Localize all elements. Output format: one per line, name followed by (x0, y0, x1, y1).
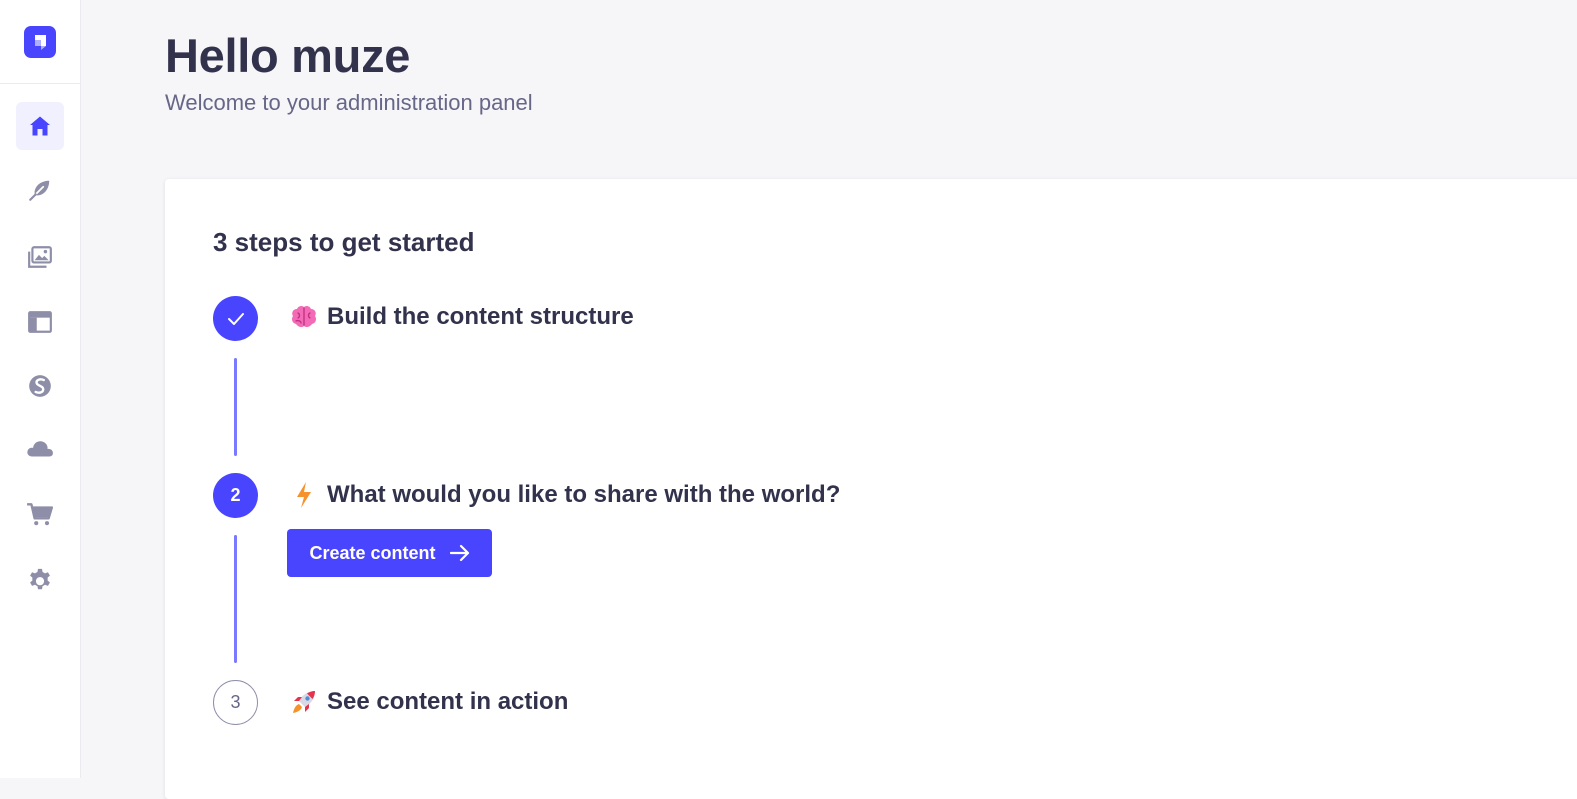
step-2-number: 2 (230, 485, 240, 506)
layout-icon (27, 309, 53, 335)
step-1-text: Build the content structure (327, 303, 634, 331)
nav-item-home[interactable] (16, 102, 64, 150)
cart-icon (26, 501, 54, 527)
nav-item-content-type-builder[interactable] (16, 298, 64, 346)
getting-started-card: 3 steps to get started Build the content… (165, 179, 1577, 799)
nav-item-plugin[interactable] (16, 362, 64, 410)
strapi-logo-icon[interactable] (24, 26, 56, 58)
sidebar (0, 0, 81, 778)
create-content-button[interactable]: Create content (287, 529, 492, 577)
step-2-circle: 2 (213, 473, 258, 518)
step-2-connector (234, 535, 237, 663)
step-3-text: See content in action (327, 688, 568, 716)
brand-s-icon (27, 373, 53, 399)
images-icon (27, 244, 53, 270)
step-1-label: Build the content structure (289, 302, 634, 332)
arrow-right-icon (450, 544, 470, 562)
gear-icon (26, 566, 54, 594)
step-2-label: What would you like to share with the wo… (289, 480, 840, 510)
nav-item-cloud[interactable] (16, 425, 64, 473)
cloud-icon (25, 436, 55, 462)
lightning-icon (289, 480, 319, 510)
step-1-circle (213, 296, 258, 341)
step-3-label: See content in action (289, 687, 568, 717)
page-subtitle: Welcome to your administration panel (165, 90, 533, 116)
home-icon (28, 114, 52, 138)
rocket-icon (289, 687, 319, 717)
step-3-circle: 3 (213, 680, 258, 725)
nav-item-content-manager[interactable] (16, 166, 64, 214)
feather-icon (27, 177, 53, 203)
nav-item-settings[interactable] (16, 556, 64, 604)
create-content-button-label: Create content (309, 543, 435, 564)
check-icon (227, 312, 245, 326)
brain-icon (289, 302, 319, 332)
step-1-connector (234, 358, 237, 456)
nav-item-marketplace[interactable] (16, 490, 64, 538)
main-content: Hello muze Welcome to your administratio… (81, 0, 1577, 778)
step-3-number: 3 (230, 692, 240, 713)
card-title: 3 steps to get started (213, 227, 475, 258)
page-title: Hello muze (165, 28, 410, 83)
nav-item-media-library[interactable] (16, 233, 64, 281)
step-2-text: What would you like to share with the wo… (327, 481, 840, 509)
logo-container (0, 0, 80, 84)
